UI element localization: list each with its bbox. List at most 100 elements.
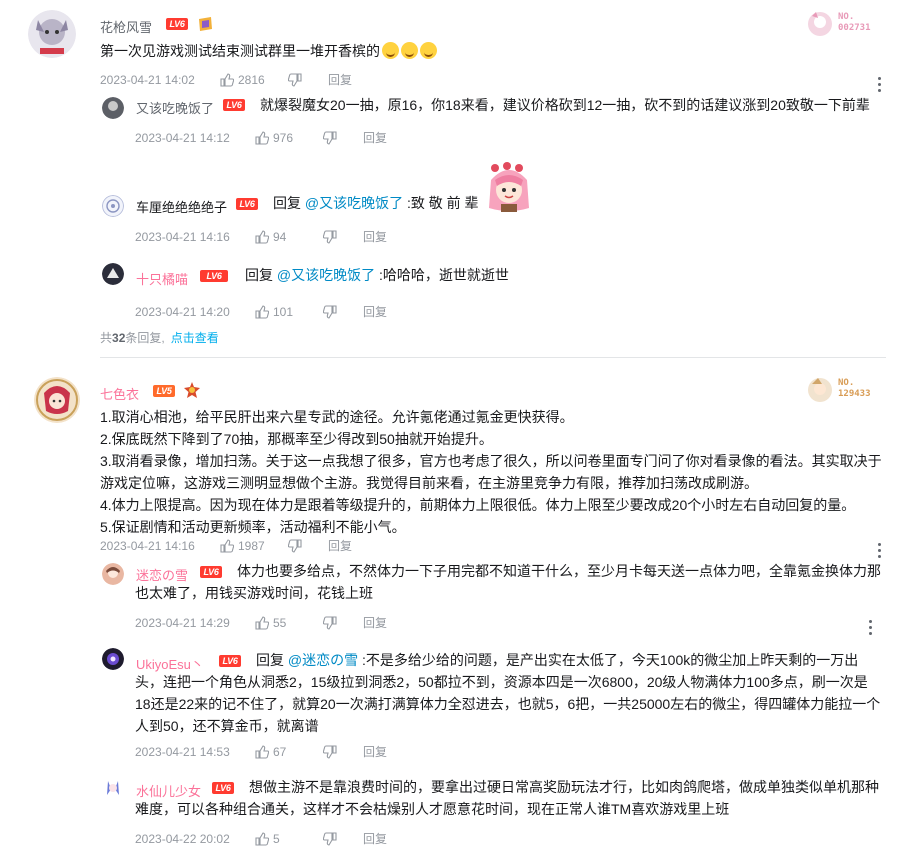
reply-date: 2023-04-21 14:29: [135, 615, 230, 630]
thumb-up-icon: [255, 131, 269, 145]
reply-text: 体力也要多给点，不然体力一下子用完都不知道干什么，至少月卡每天送一点体力吧，全靠…: [237, 560, 887, 582]
level-badge: LV6: [223, 99, 245, 111]
reply-count-summary: 共32条回复, 点击查看: [100, 329, 219, 346]
like-button[interactable]: 2816: [220, 72, 288, 88]
dislike-button[interactable]: [323, 230, 363, 244]
username[interactable]: 七色衣: [100, 384, 139, 403]
reply-date: 2023-04-21 14:53: [135, 744, 230, 759]
thumb-down-icon: [323, 616, 337, 630]
reply-button[interactable]: 回复: [363, 304, 387, 320]
comment-body: 第一次见游戏测试结束测试群里一堆开香槟的: [100, 43, 380, 59]
reply-button[interactable]: 回复: [363, 831, 387, 847]
avatar[interactable]: [102, 263, 124, 285]
avatar[interactable]: [102, 97, 124, 119]
avatar[interactable]: [28, 10, 76, 58]
dislike-button[interactable]: [323, 616, 363, 630]
reply-meta: 2023-04-21 14:53 67 回复: [135, 743, 387, 759]
like-button[interactable]: 5: [255, 831, 323, 847]
like-button[interactable]: 976: [255, 130, 323, 146]
more-options-icon[interactable]: [877, 77, 881, 93]
dislike-button[interactable]: [288, 73, 328, 87]
reply-button[interactable]: 回复: [363, 130, 387, 146]
thumb-down-icon: [288, 539, 302, 553]
thumb-up-icon: [220, 73, 234, 87]
reply-body: :不是多给少给的问题，是产出实在太低了，今天100k的微尘加上昨天剩的一万出: [358, 652, 859, 668]
reply-button[interactable]: 回复: [328, 538, 352, 554]
reply-line: 头，连把一个角色从洞悉2，15级拉到洞悉2，50都拉不到，资源本四是一次6800…: [135, 674, 868, 690]
comment-meta: 2023-04-21 14:16 1987 回复: [100, 537, 352, 553]
laugh-cry-emoji: [420, 42, 437, 59]
reply-text-cont: 头，连把一个角色从洞悉2，15级拉到洞悉2，50都拉不到，资源本四是一次6800…: [135, 671, 880, 737]
dislike-button[interactable]: [323, 832, 363, 846]
like-button[interactable]: 1987: [220, 538, 288, 554]
dislike-button[interactable]: [288, 539, 328, 553]
username[interactable]: 十只橘喵: [136, 269, 188, 288]
mention-link[interactable]: @又该吃晚饭了: [305, 195, 403, 211]
like-button[interactable]: 67: [255, 744, 323, 760]
anime-girl-sticker: [483, 162, 535, 214]
like-count: 101: [273, 304, 294, 319]
reply-meta: 2023-04-21 14:12 976 回复: [135, 129, 387, 145]
comment-meta: 2023-04-21 14:02 2816 回复: [100, 71, 352, 87]
reply-meta: 2023-04-22 20:02 5 回复: [135, 830, 387, 846]
fan-number-label: NO. 129433: [838, 378, 871, 399]
mention-link[interactable]: @又该吃晚饭了: [277, 267, 375, 283]
like-button[interactable]: 94: [255, 229, 323, 245]
laugh-cry-emoji: [382, 42, 399, 59]
reply-line: 18还是22来的记不住了，就算20一次满打满算体力全怼进去，也就5，6把，一共2…: [135, 696, 881, 712]
thumb-down-icon: [323, 230, 337, 244]
thumb-up-icon: [255, 616, 269, 630]
avatar[interactable]: [102, 563, 124, 585]
like-count: 1987: [238, 538, 265, 553]
level-badge: LV6: [219, 655, 241, 667]
thumb-down-icon: [323, 131, 337, 145]
level-badge: LV6: [200, 270, 228, 282]
comment-line: 游戏定位嘛，这游戏三测明显想做个主游。我觉得目前来看，在主游里竞争力有限，推荐加…: [100, 475, 758, 491]
reply-date: 2023-04-21 14:12: [135, 130, 230, 145]
like-count: 2816: [238, 72, 265, 87]
reply-meta: 2023-04-21 14:16 94 回复: [135, 228, 387, 244]
thumb-down-icon: [288, 73, 302, 87]
dislike-button[interactable]: [323, 745, 363, 759]
like-count: 5: [273, 831, 280, 846]
medal-icon: [196, 15, 214, 33]
more-options-icon[interactable]: [877, 543, 881, 559]
like-button[interactable]: 101: [255, 304, 323, 320]
fan-number-badge: NO. 129433: [806, 374, 886, 406]
reply-button[interactable]: 回复: [363, 615, 387, 631]
avatar[interactable]: [102, 777, 124, 799]
level-badge: LV5: [153, 385, 175, 397]
dislike-button[interactable]: [323, 131, 363, 145]
dislike-button[interactable]: [323, 305, 363, 319]
comment-date: 2023-04-21 14:16: [100, 538, 195, 553]
reply-button[interactable]: 回复: [363, 744, 387, 760]
total-count: 32: [112, 331, 126, 345]
comment-text: 第一次见游戏测试结束测试群里一堆开香槟的: [100, 40, 437, 62]
reply-button[interactable]: 回复: [363, 229, 387, 245]
reply-text-cont: 也太难了，用钱买游戏时间，花钱上班: [135, 585, 373, 601]
reply-line: 人到50，还不算金币，就离谱: [135, 718, 319, 734]
avatar[interactable]: [102, 195, 124, 217]
username[interactable]: 花枪风雪: [100, 17, 152, 36]
reply-prefix: 回复: [245, 267, 273, 283]
reply-button[interactable]: 回复: [328, 72, 352, 88]
mention-link[interactable]: @迷恋の雪: [288, 652, 358, 668]
reply-text: 想做主游不是靠浪费时间的，要拿出过硬日常高奖励玩法才行，比如肉鸽爬塔，做成单独类…: [249, 779, 879, 795]
reply-date: 2023-04-21 14:20: [135, 304, 230, 319]
avatar[interactable]: [102, 648, 124, 670]
like-button[interactable]: 55: [255, 615, 323, 631]
level-badge: LV6: [236, 198, 258, 210]
view-all-replies-link[interactable]: 点击查看: [171, 331, 219, 345]
reply-text: 回复 @迷恋の雪 :不是多给少给的问题，是产出实在太低了，今天100k的微尘加上…: [256, 649, 858, 671]
reply-line: 体力也要多给点，不然体力一下子用完都不知道干什么，至少月卡每天送一点体力吧，全靠…: [237, 563, 881, 579]
comment-line: 4.体力上限提高。因为现在体力是跟着等级提升的，前期体力上限很低。体力上限至少要…: [100, 497, 856, 513]
more-options-icon[interactable]: [868, 620, 872, 636]
username[interactable]: 车厘绝绝绝绝子: [136, 197, 227, 216]
level-badge: LV6: [166, 18, 188, 30]
like-count: 94: [273, 229, 287, 244]
avatar[interactable]: [34, 377, 80, 423]
reply-body: :哈哈哈，逝世就逝世: [375, 267, 509, 283]
comment-divider: [100, 357, 886, 358]
username[interactable]: 又该吃晚饭了: [136, 98, 214, 117]
comment-text: 1.取消心相池，给平民肝出来六星专武的途径。允许氪佬通过氪金更快获得。 2.保底…: [100, 406, 890, 538]
